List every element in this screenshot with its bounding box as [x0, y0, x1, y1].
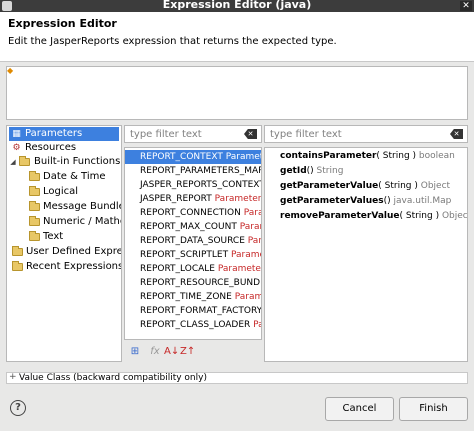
- sort-descending-icon[interactable]: Z↑: [180, 345, 195, 359]
- methods-filter-placeholder: type filter text: [270, 129, 342, 140]
- list-item[interactable]: REPORT_PARAMETERS_MAP P: [125, 164, 261, 178]
- list-item[interactable]: REPORT_SCRIPTLET Paramete: [125, 248, 261, 262]
- sort-ascending-icon[interactable]: A↓: [164, 345, 179, 359]
- window-title: Expression Editor (java): [162, 0, 312, 11]
- tree-item-label: Resources: [25, 142, 77, 153]
- list-item[interactable]: REPORT_CLASS_LOADER Par: [125, 318, 261, 332]
- clear-filter-icon[interactable]: ✕: [244, 129, 257, 139]
- expand-plus-icon[interactable]: +: [9, 372, 17, 382]
- tree-item-label: Message Bundles: [43, 201, 122, 212]
- clear-filter-icon[interactable]: ✕: [450, 129, 463, 139]
- list-filter-input[interactable]: type filter text ✕: [124, 125, 262, 143]
- tree-item-label: Date & Time: [43, 171, 106, 182]
- method-item[interactable]: containsParameter( String ) boolean: [280, 149, 455, 164]
- resources-icon: ⚙: [12, 143, 21, 153]
- folder-icon: [12, 261, 23, 271]
- dialog-title: Expression Editor: [8, 17, 117, 30]
- list-item[interactable]: REPORT_CONTEXT Parameter: [125, 150, 261, 164]
- parameter-list[interactable]: REPORT_CONTEXT Parameter REPORT_PARAMETE…: [124, 147, 262, 340]
- tree-item-label: Numeric / Mathem: [43, 216, 121, 227]
- tree-item-label: Text: [43, 231, 64, 242]
- dialog-description: Edit the JasperReports expression that r…: [8, 36, 337, 47]
- category-tree[interactable]: ▦ Parameters ⚙ Resources ◢ Built-in Func…: [6, 125, 122, 362]
- cancel-button[interactable]: Cancel: [325, 397, 394, 421]
- help-icon[interactable]: ?: [10, 400, 26, 416]
- list-item[interactable]: JASPER_REPORT Parameter J: [125, 192, 261, 206]
- expression-editor-area[interactable]: ◆: [6, 66, 468, 120]
- tree-item-label: User Defined Express: [26, 246, 122, 257]
- list-item[interactable]: REPORT_FORMAT_FACTORY P: [125, 304, 261, 318]
- method-item[interactable]: removeParameterValue( String ) Object: [280, 209, 467, 224]
- list-item[interactable]: REPORT_TIME_ZONE Param: [125, 290, 261, 304]
- folder-icon: [29, 231, 40, 241]
- list-item[interactable]: REPORT_CONNECTION Parame: [125, 206, 261, 220]
- folder-icon: [12, 246, 23, 256]
- hierarchy-icon[interactable]: ⊞: [128, 345, 142, 359]
- tree-item-label: Parameters: [25, 128, 83, 139]
- list-item[interactable]: REPORT_DATA_SOURCE Param: [125, 234, 261, 248]
- value-class-label: Value Class (backward compatibility only…: [19, 373, 207, 383]
- folder-icon: [29, 186, 40, 196]
- parameters-icon: ▦: [12, 129, 21, 139]
- tree-item-parameters[interactable]: ▦ Parameters: [9, 127, 119, 141]
- warning-marker-icon: ◆: [7, 66, 14, 75]
- list-item[interactable]: REPORT_RESOURCE_BUNDLE: [125, 276, 261, 290]
- finish-button[interactable]: Finish: [399, 397, 468, 421]
- methods-list[interactable]: containsParameter( String ) boolean getI…: [264, 147, 468, 362]
- method-item[interactable]: getParameterValues() java.util.Map: [280, 194, 451, 209]
- function-icon[interactable]: fx: [148, 345, 162, 359]
- tree-item-label: Recent Expressions: [26, 261, 122, 272]
- dialog-header: Expression Editor Edit the JasperReports…: [0, 12, 474, 62]
- title-bar: Expression Editor (java) ✕: [0, 0, 474, 12]
- methods-filter-input[interactable]: type filter text ✕: [264, 125, 468, 143]
- close-icon[interactable]: ✕: [460, 1, 472, 11]
- tree-item-label: Built-in Functions: [34, 156, 121, 167]
- tree-item-label: Logical: [43, 186, 79, 197]
- folder-icon: [29, 201, 40, 211]
- method-item[interactable]: getId() String: [280, 164, 343, 179]
- expand-arrow-icon[interactable]: ◢: [9, 155, 17, 169]
- list-filter-placeholder: type filter text: [130, 129, 202, 140]
- folder-icon: [19, 156, 30, 166]
- list-toolbar: ⊞ fx A↓ Z↑: [124, 345, 262, 359]
- list-item[interactable]: JASPER_REPORTS_CONTEXT P: [125, 178, 261, 192]
- list-item[interactable]: REPORT_MAX_COUNT Parame: [125, 220, 261, 234]
- folder-icon: [29, 216, 40, 226]
- method-item[interactable]: getParameterValue( String ) Object: [280, 179, 450, 194]
- value-class-section[interactable]: + Value Class (backward compatibility on…: [6, 372, 468, 384]
- folder-icon: [29, 171, 40, 181]
- list-item[interactable]: REPORT_LOCALE Parameter L: [125, 262, 261, 276]
